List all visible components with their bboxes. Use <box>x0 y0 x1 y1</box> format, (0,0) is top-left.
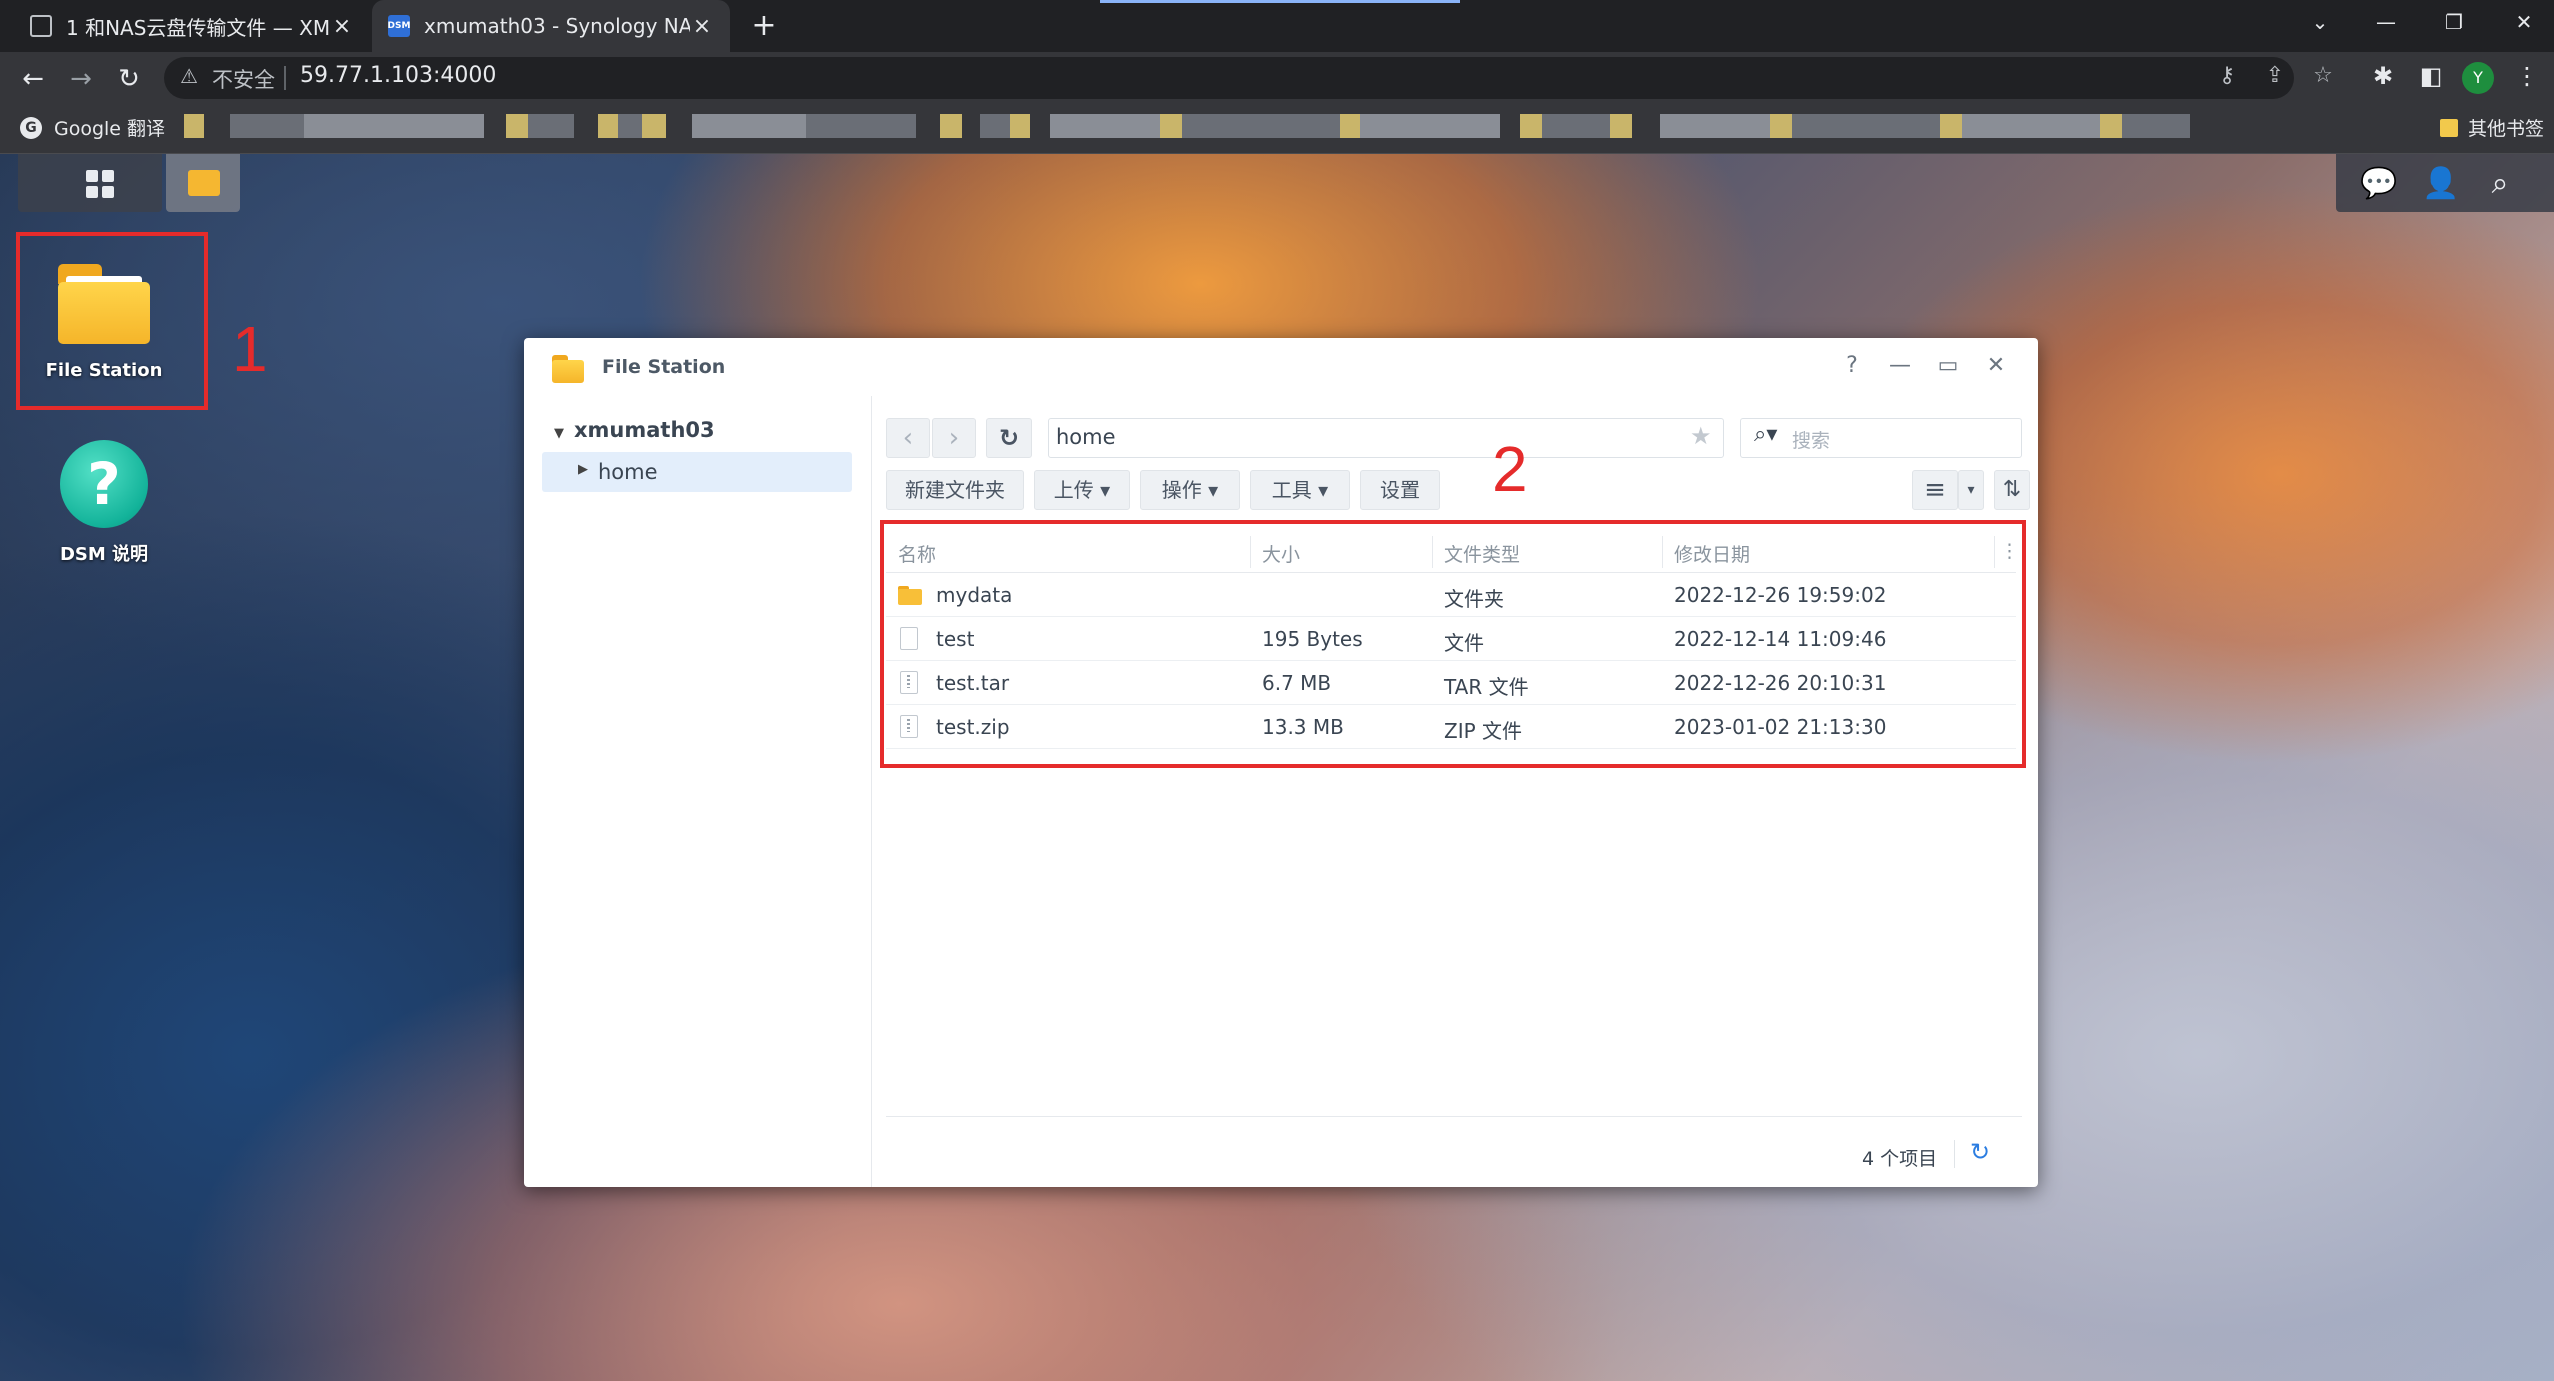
footer-separator <box>1954 1140 1955 1168</box>
user-icon[interactable]: 👤 <box>2422 166 2459 202</box>
footer-refresh-icon[interactable]: ↻ <box>1970 1138 1990 1166</box>
new-folder-button[interactable]: 新建文件夹 <box>886 470 1024 510</box>
address-url[interactable]: 59.77.1.103:4000 <box>300 63 496 88</box>
back-button[interactable]: ← <box>16 62 50 96</box>
more-menu-icon[interactable]: ⋮ <box>2510 62 2544 90</box>
folder-tree: ▼ xmumath03 ▶ home <box>524 396 872 1187</box>
annotation-number-1: 1 <box>232 313 268 385</box>
tab-loading-indicator <box>1100 0 1460 3</box>
browser-tab-nas[interactable]: DSM xmumath03 - Synology NAS × <box>372 0 730 52</box>
window-title: File Station <box>602 356 726 378</box>
window-header[interactable]: File Station ? — ▭ ✕ <box>524 338 2038 396</box>
tree-node-label: home <box>598 460 658 484</box>
warning-icon: ⚠ <box>180 64 198 88</box>
google-translate-icon: G <box>20 116 42 139</box>
view-dropdown-button[interactable]: ▾ <box>1958 470 1984 510</box>
main-menu-grid-icon <box>86 170 116 200</box>
address-separator <box>284 66 286 90</box>
share-icon[interactable]: ⇪ <box>2258 63 2292 88</box>
close-button[interactable]: ✕ <box>1980 350 2012 382</box>
notifications-chat-icon[interactable]: 💬 <box>2360 166 2397 202</box>
dsm-help-icon[interactable]: ? <box>60 440 148 528</box>
security-status-label[interactable]: 不安全 <box>212 64 275 94</box>
footer-divider <box>886 1116 2022 1117</box>
caret-down-icon[interactable]: ▼ <box>554 426 564 441</box>
search-icon[interactable]: ⌕ <box>2482 166 2518 202</box>
nav-forward-button[interactable]: › <box>932 418 976 458</box>
annotation-number-2: 2 <box>1492 433 1528 505</box>
action-button[interactable]: 操作 ▾ <box>1140 470 1240 510</box>
window-close-button[interactable]: ✕ <box>2494 0 2554 44</box>
view-list-button[interactable]: ≡ <box>1912 470 1958 510</box>
annotation-box-1 <box>16 232 208 410</box>
browser-tab-docs[interactable]: 1 和NAS云盘传输文件 — XMUS × <box>14 0 370 52</box>
sort-button[interactable]: ⇅ <box>1994 470 2030 510</box>
tab-title: 1 和NAS云盘传输文件 — XMUS <box>66 15 330 40</box>
reload-button[interactable]: ↻ <box>112 62 146 96</box>
bookmark-blurred[interactable] <box>1520 114 2190 138</box>
forward-button[interactable]: → <box>64 62 98 96</box>
bookmark-google-translate[interactable]: G Google 翻译 <box>20 114 165 141</box>
help-button[interactable]: ? <box>1836 350 1868 382</box>
file-station-taskbar-icon <box>188 170 220 196</box>
tree-node-home[interactable]: ▶ home <box>542 452 852 492</box>
search-placeholder: 搜索 <box>1792 430 1831 452</box>
file-station-icon <box>552 355 584 383</box>
path-field[interactable] <box>1048 418 1724 458</box>
annotation-box-2 <box>880 520 2026 768</box>
window-restore-button[interactable]: ❐ <box>2424 0 2484 44</box>
bookmark-label: 其他书签 <box>2468 118 2545 140</box>
tree-node-label: xmumath03 <box>574 418 715 442</box>
bookmark-other[interactable]: 其他书签 <box>2440 114 2544 141</box>
dsm-favicon-icon: DSM <box>388 15 410 37</box>
item-count: 4 个项目 <box>1862 1148 1938 1170</box>
favorite-star-icon[interactable]: ★ <box>1690 422 1712 450</box>
path-text: home <box>1056 425 1116 449</box>
minimize-button[interactable]: — <box>1884 350 1916 382</box>
settings-button[interactable]: 设置 <box>1360 470 1440 510</box>
tab-close-icon[interactable]: × <box>690 14 714 39</box>
search-icon[interactable]: ⌕▾ <box>1754 422 1777 447</box>
key-icon[interactable]: ⚷ <box>2210 63 2244 88</box>
tree-node-xmumath03[interactable]: ▼ xmumath03 <box>554 418 715 442</box>
bookmark-blurred[interactable] <box>940 114 1500 138</box>
new-tab-button[interactable]: + <box>746 8 782 44</box>
nav-back-button[interactable]: ‹ <box>886 418 930 458</box>
page-favicon-icon <box>30 15 52 37</box>
bookmark-blurred[interactable] <box>184 114 484 138</box>
window-minimize-button[interactable]: — <box>2356 0 2416 44</box>
maximize-button[interactable]: ▭ <box>1932 350 1964 382</box>
search-input[interactable] <box>1740 418 2022 458</box>
bookmark-blurred[interactable] <box>506 114 916 138</box>
caret-right-icon[interactable]: ▶ <box>578 462 588 477</box>
tab-search-dropdown-icon[interactable]: ⌄ <box>2290 0 2350 44</box>
folder-icon <box>2440 118 2458 137</box>
refresh-button[interactable]: ↻ <box>986 418 1032 458</box>
profile-avatar[interactable]: Y <box>2462 62 2494 94</box>
side-panel-icon[interactable]: ◧ <box>2414 62 2448 90</box>
bookmark-label: Google 翻译 <box>54 118 166 140</box>
tools-button[interactable]: 工具 ▾ <box>1250 470 1350 510</box>
file-list-pane: ‹ › ↻ home ★ ⌕▾ 搜索 新建文件夹 上传 ▾ 操作 ▾ 工具 ▾ … <box>872 396 2038 1187</box>
upload-button[interactable]: 上传 ▾ <box>1034 470 1130 510</box>
extensions-puzzle-icon[interactable]: ✱ <box>2366 62 2400 90</box>
dsm-help-label[interactable]: DSM 说明 <box>14 540 194 566</box>
bookmark-star-icon[interactable]: ☆ <box>2306 63 2340 88</box>
tab-close-icon[interactable]: × <box>330 14 354 39</box>
tab-title: xmumath03 - Synology NAS <box>424 14 690 38</box>
